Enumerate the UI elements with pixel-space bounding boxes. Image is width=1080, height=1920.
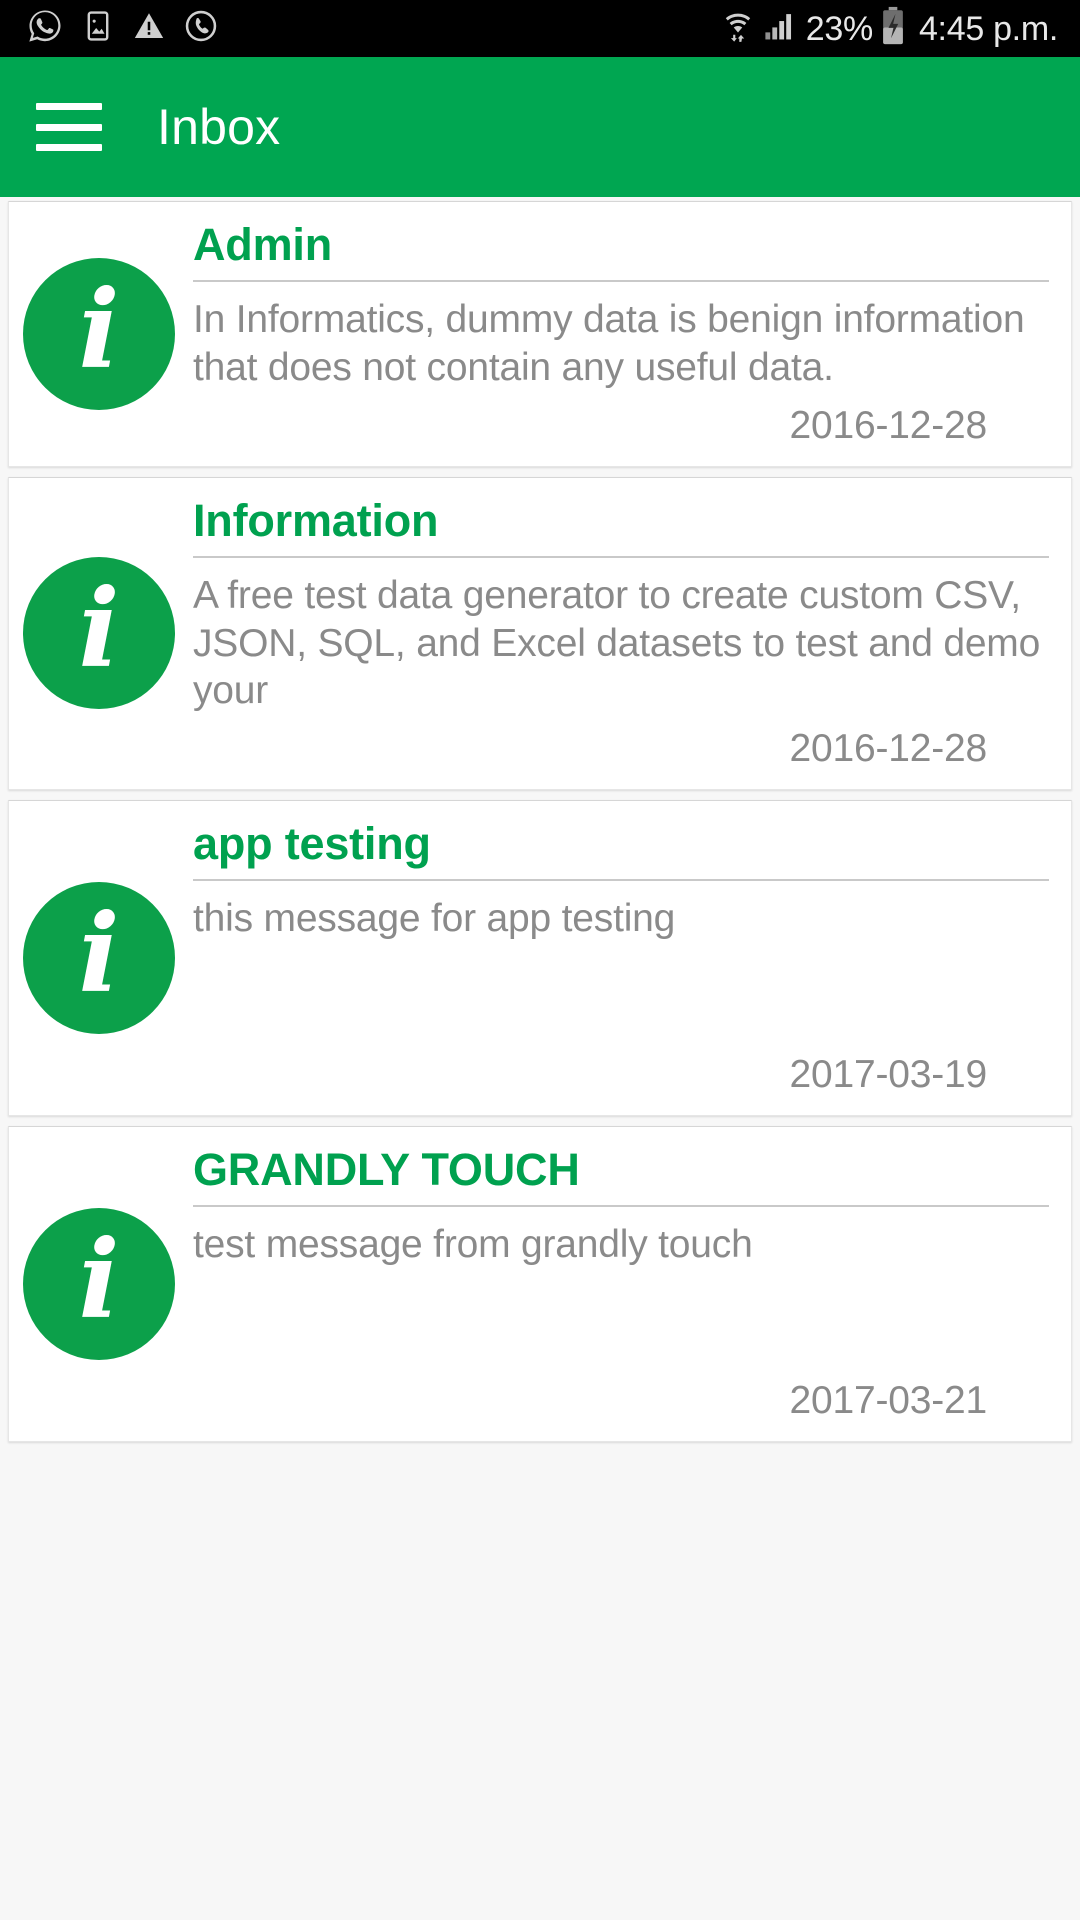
message-title: GRANDLY TOUCH — [193, 1144, 580, 1196]
wifi-icon — [721, 7, 755, 50]
hamburger-menu-icon[interactable] — [36, 103, 102, 151]
info-icon-glyph: i — [78, 890, 120, 1017]
battery-percent-label: 23% — [805, 9, 873, 48]
message-title: Admin — [193, 219, 332, 270]
status-bar-right: 23% 4:45 p.m. — [721, 6, 1058, 51]
message-preview: test message from grandly touch — [193, 1223, 753, 1267]
title-divider — [193, 879, 1049, 882]
title-divider — [193, 555, 1049, 558]
message-preview: A free test data generator to create cus… — [193, 573, 1041, 713]
title-divider — [193, 1205, 1049, 1208]
warning-icon — [132, 9, 166, 48]
info-icon-glyph: i — [78, 1217, 120, 1344]
list-item[interactable]: i Information A free test data generator… — [8, 476, 1072, 790]
page-title: Inbox — [157, 99, 281, 155]
info-icon-glyph: i — [78, 566, 120, 693]
signal-icon — [762, 9, 796, 48]
whatsapp-icon — [26, 7, 64, 50]
status-bar: 23% 4:45 p.m. — [0, 0, 1080, 57]
hamburger-bar-2 — [36, 123, 102, 131]
hamburger-bar-3 — [36, 144, 102, 151]
battery-charging-icon — [880, 6, 906, 51]
status-bar-clock: 4:45 p.m. — [918, 9, 1058, 48]
title-divider — [193, 280, 1049, 283]
message-preview: this message for app testing — [193, 897, 676, 941]
inbox-message-list[interactable]: i Admin In Informatics, dummy data is be… — [0, 197, 1080, 1920]
message-date: 2017-03-21 — [789, 1379, 988, 1423]
info-icon-glyph: i — [78, 266, 120, 393]
message-preview: In Informatics, dummy data is benign inf… — [193, 298, 1025, 389]
info-icon: i — [23, 257, 175, 410]
message-date: 2017-03-19 — [789, 1053, 988, 1097]
screenshot-icon — [81, 9, 115, 48]
list-item[interactable]: i Admin In Informatics, dummy data is be… — [8, 201, 1072, 467]
message-title: app testing — [193, 817, 431, 869]
call-icon — [183, 8, 219, 49]
list-item[interactable]: i app testing this message for app testi… — [8, 799, 1072, 1117]
message-title: Information — [193, 494, 439, 546]
app-bar: Inbox — [0, 57, 1080, 197]
message-date: 2016-12-28 — [789, 726, 988, 770]
message-date: 2016-12-28 — [789, 403, 988, 447]
list-item[interactable]: i GRANDLY TOUCH test message from grandl… — [8, 1126, 1072, 1443]
info-icon: i — [23, 557, 175, 710]
status-bar-left-icons — [26, 7, 219, 50]
info-icon: i — [23, 1208, 175, 1361]
hamburger-bar-1 — [36, 103, 102, 110]
info-icon: i — [23, 881, 175, 1034]
